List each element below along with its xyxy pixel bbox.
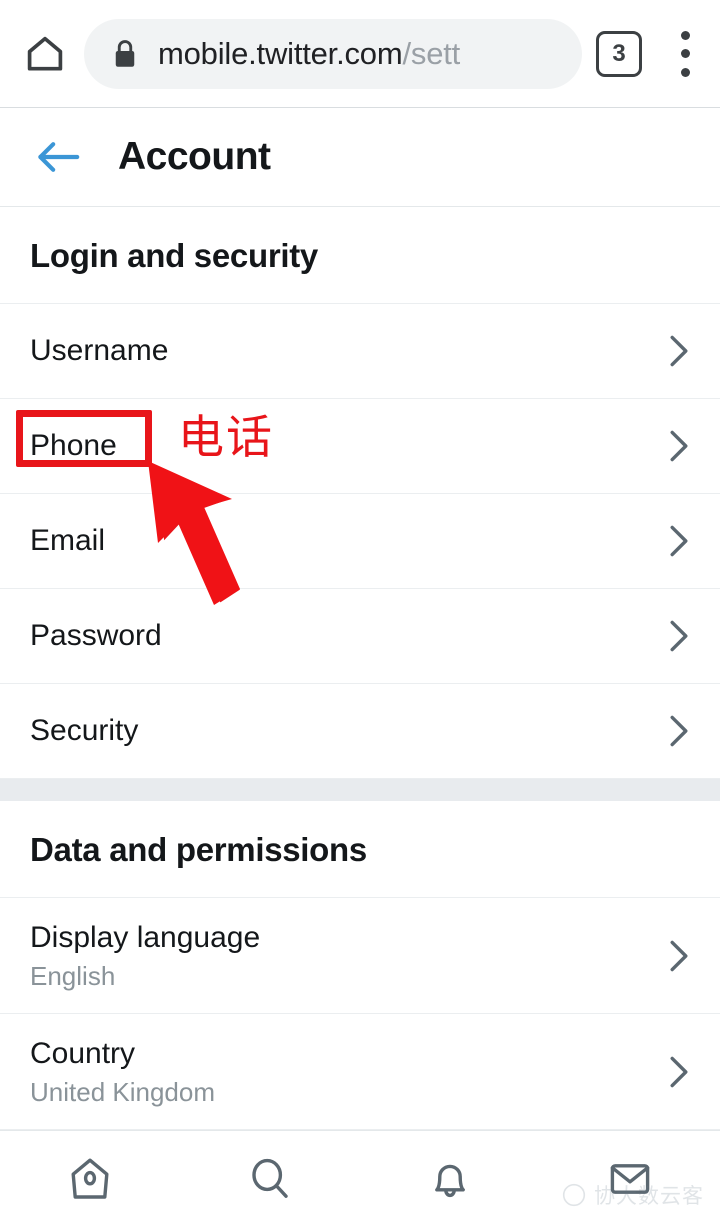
nav-item-notifications[interactable]	[360, 1131, 540, 1226]
chevron-right-icon	[662, 1055, 696, 1089]
row-label: Email	[30, 524, 106, 558]
row-label: Security	[30, 714, 139, 748]
url-path: /sett	[402, 35, 461, 71]
menu-dot	[680, 30, 690, 40]
url-text: mobile.twitter.com/sett	[158, 36, 460, 72]
settings-row-username[interactable]: Username	[0, 304, 720, 399]
lock-glyph	[115, 39, 135, 67]
settings-row-country[interactable]: Country United Kingdom	[0, 1014, 720, 1130]
chevron-right-icon	[662, 334, 696, 368]
row-texts: Phone	[30, 428, 117, 463]
settings-row-password[interactable]: Password	[0, 589, 720, 684]
row-texts: Password	[30, 618, 162, 653]
row-label: Phone	[30, 429, 117, 463]
row-texts: Email	[30, 523, 105, 558]
nav-item-search[interactable]	[180, 1131, 360, 1226]
menu-dot	[680, 67, 690, 77]
section-login-and-security: Login and security Username Phone Email	[0, 207, 720, 779]
row-subtitle: English	[30, 961, 116, 992]
row-texts: Country United Kingdom	[30, 1036, 215, 1107]
chevron-right-icon	[662, 714, 696, 748]
search-icon	[252, 1158, 288, 1198]
section-heading: Data and permissions	[0, 801, 720, 898]
menu-dot	[680, 49, 690, 58]
row-texts: Username	[30, 333, 168, 368]
url-host: mobile.twitter.com	[158, 35, 403, 71]
envelope-icon	[610, 1163, 650, 1194]
settings-row-email[interactable]: Email	[0, 494, 720, 589]
row-label: Password	[30, 619, 162, 653]
row-texts: Security	[30, 713, 138, 748]
browser-toolbar: mobile.twitter.com/sett 3	[0, 0, 720, 108]
settings-row-phone[interactable]: Phone	[0, 399, 720, 494]
bottom-navigation-bar	[0, 1130, 720, 1226]
home-button[interactable]	[16, 25, 74, 83]
tab-count-label: 3	[612, 39, 626, 67]
home-icon	[27, 36, 63, 71]
overflow-menu-icon[interactable]	[666, 28, 704, 80]
row-label: Username	[30, 334, 169, 368]
chevron-right-icon	[662, 524, 696, 558]
section-heading: Login and security	[0, 207, 720, 304]
url-bar[interactable]: mobile.twitter.com/sett	[84, 18, 582, 89]
bell-icon	[435, 1164, 465, 1197]
page-header: Account	[0, 108, 720, 207]
nav-item-home[interactable]	[0, 1131, 180, 1226]
settings-row-security[interactable]: Security	[0, 684, 720, 779]
chevron-right-icon	[662, 939, 696, 973]
annotation-chinese-label: 电话	[178, 410, 274, 464]
back-arrow-icon	[38, 142, 80, 172]
tab-switcher-button[interactable]: 3	[596, 30, 642, 77]
screen-root: mobile.twitter.com/sett 3 Account Login …	[0, 0, 720, 1226]
row-subtitle: United Kingdom	[30, 1077, 215, 1108]
home-icon	[71, 1158, 109, 1199]
settings-row-display-language[interactable]: Display language English	[0, 898, 720, 1014]
page-title: Account	[118, 135, 271, 178]
back-button[interactable]	[34, 131, 86, 183]
nav-item-messages[interactable]	[540, 1131, 720, 1226]
chevron-right-icon	[662, 619, 696, 653]
row-label: Country	[30, 1037, 136, 1070]
lock-icon	[110, 37, 140, 71]
row-texts: Display language English	[30, 920, 260, 991]
row-label: Display language	[30, 921, 261, 954]
section-divider	[0, 779, 720, 801]
chevron-right-icon	[662, 429, 696, 463]
